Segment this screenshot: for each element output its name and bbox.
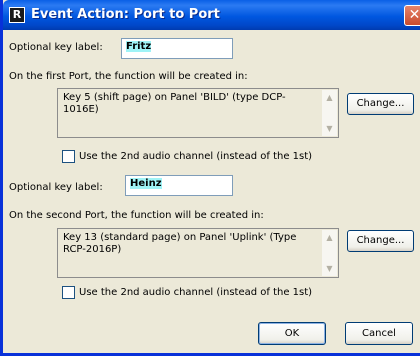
port2-key-label-value: Heinz (130, 178, 162, 189)
cancel-button[interactable]: Cancel (345, 322, 413, 345)
port2-location-value: Key 13 (standard page) on Panel 'Uplink'… (63, 232, 297, 255)
port1-key-label-caption: Optional key label: (9, 42, 103, 53)
scroll-down-icon[interactable]: ▼ (322, 121, 337, 136)
port1-location-text[interactable]: Key 5 (shift page) on Panel 'BILD' (type… (57, 88, 339, 138)
port1-audio-checkbox[interactable] (62, 150, 75, 163)
port2-key-label-caption: Optional key label: (9, 182, 103, 193)
port2-audio-checkbox-label[interactable]: Use the 2nd audio channel (instead of th… (79, 287, 312, 298)
scroll-down-icon[interactable]: ▼ (322, 261, 337, 276)
port2-audio-checkbox[interactable] (62, 286, 75, 299)
port2-location-scrollbar[interactable]: ▲ ▼ (322, 230, 337, 276)
window-title: Event Action: Port to Port (31, 7, 220, 22)
port2-location-text[interactable]: Key 13 (standard page) on Panel 'Uplink'… (57, 228, 339, 278)
title-bar[interactable]: R Event Action: Port to Port ✕ (3, 0, 420, 30)
port1-change-button[interactable]: Change... (347, 93, 414, 115)
scroll-up-icon[interactable]: ▲ (322, 230, 337, 245)
port1-location-caption: On the first Port, the function will be … (9, 71, 248, 82)
port1-audio-checkbox-label[interactable]: Use the 2nd audio channel (instead of th… (79, 151, 312, 162)
port2-change-button[interactable]: Change... (347, 230, 414, 252)
port1-location-scrollbar[interactable]: ▲ ▼ (322, 90, 337, 136)
port2-location-caption: On the second Port, the function will be… (9, 210, 264, 221)
port1-location-value: Key 5 (shift page) on Panel 'BILD' (type… (63, 92, 286, 115)
close-icon[interactable]: ✕ (404, 5, 420, 26)
port2-key-label-input[interactable]: Heinz (125, 175, 233, 196)
ok-button[interactable]: OK (258, 322, 326, 345)
scroll-up-icon[interactable]: ▲ (322, 90, 337, 105)
dialog-window: R Event Action: Port to Port ✕ Optional … (0, 0, 420, 356)
port1-key-label-value: Fritz (126, 41, 152, 52)
app-icon: R (9, 7, 25, 23)
port1-key-label-input[interactable]: Fritz (121, 38, 233, 59)
